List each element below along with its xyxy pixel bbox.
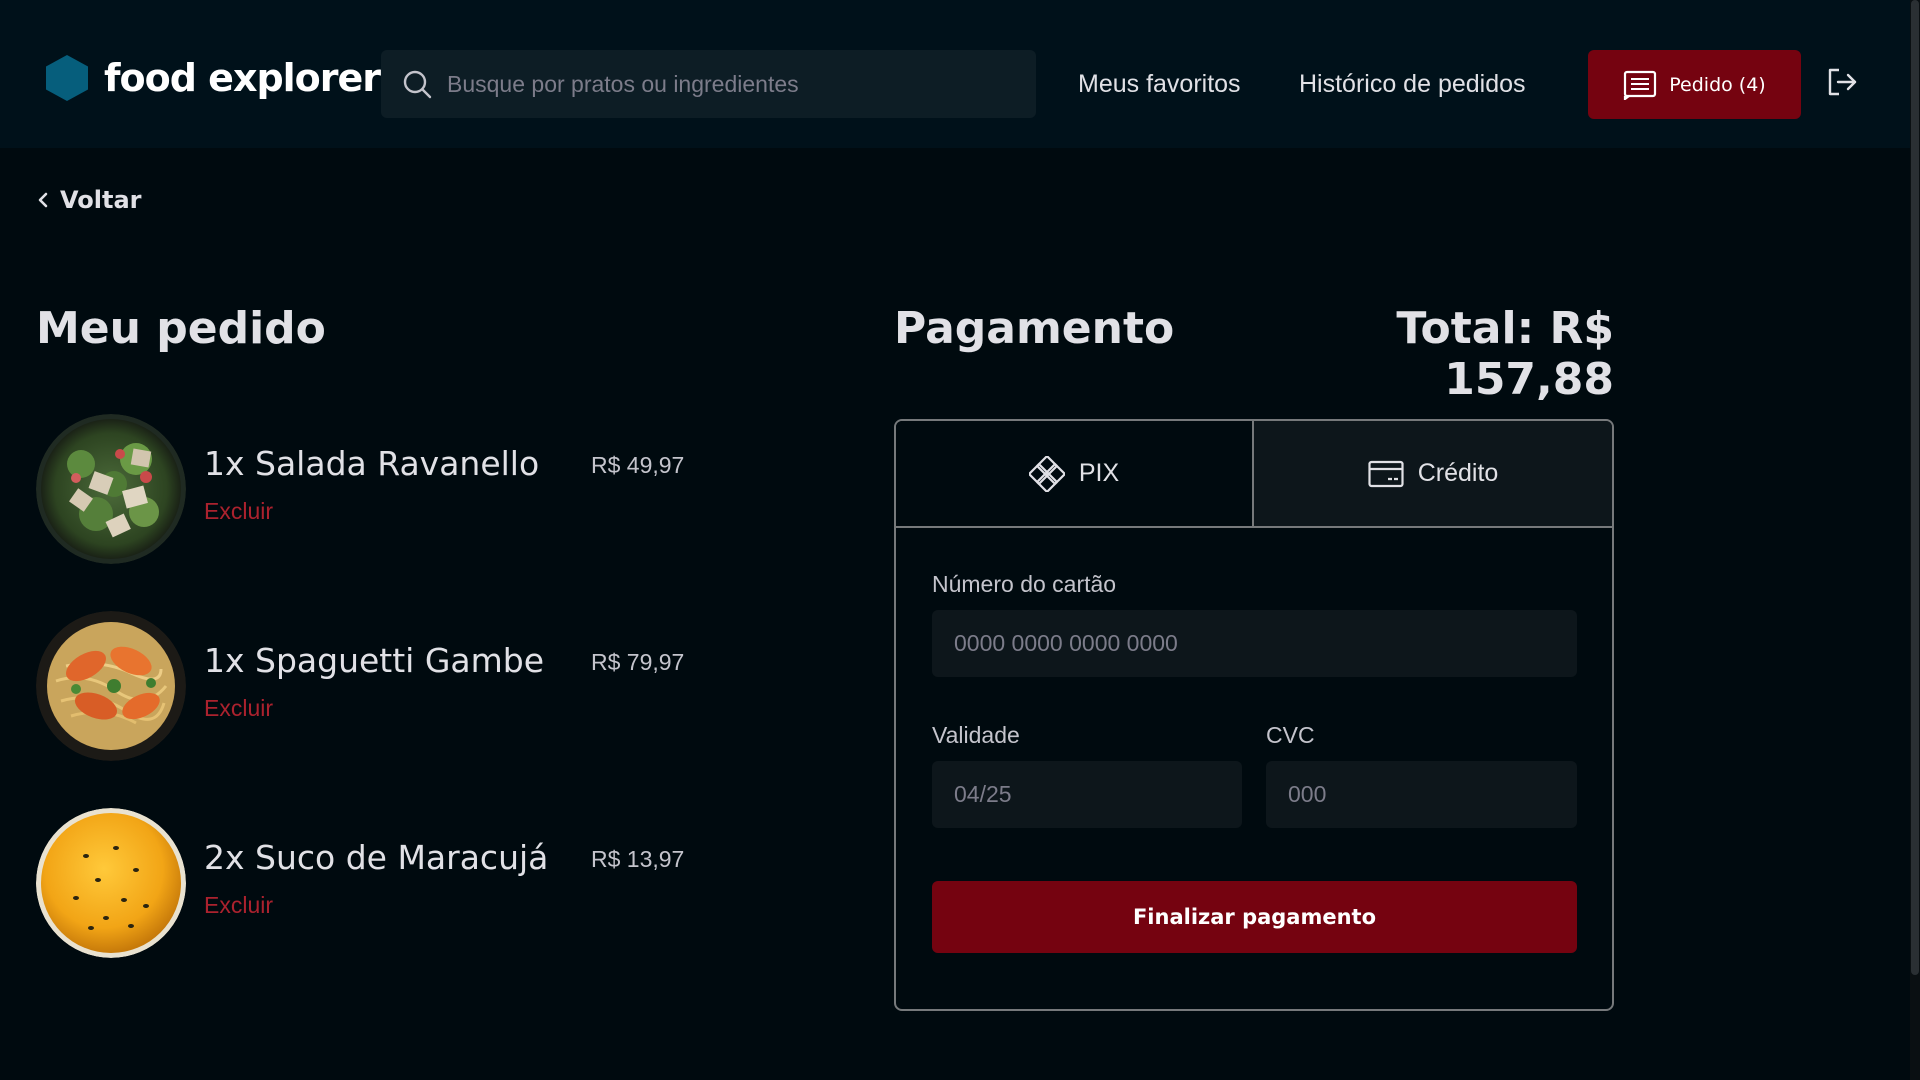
shrimp-spaghetti-dish-image (36, 611, 186, 761)
payment-title: Pagamento (894, 303, 1175, 354)
order-total: Total: R$ 157,88 (1396, 303, 1614, 405)
expiry-field[interactable] (932, 761, 1242, 828)
credit-card-icon (1368, 460, 1404, 487)
remove-item-button[interactable]: Excluir (204, 498, 273, 525)
page-scrollbar-thumb[interactable] (1911, 0, 1919, 975)
tab-pix-label: PIX (1078, 459, 1120, 487)
back-link[interactable]: Voltar (36, 186, 141, 214)
brand-logo[interactable]: food explorer (46, 55, 381, 101)
payment-panel: PIX Crédito Número do cartão Validade CV… (894, 419, 1614, 1011)
tab-credit-label: Crédito (1417, 459, 1499, 487)
order-item-price: R$ 13,97 (591, 846, 685, 872)
order-item-name: 2x Suco de Maracujá (204, 838, 549, 877)
receipt-icon (1624, 70, 1657, 100)
top-header: food explorer Meus favoritos Histórico d… (0, 0, 1910, 148)
card-number-field[interactable] (932, 610, 1577, 677)
order-button-label: Pedido (4) (1669, 73, 1766, 96)
order-cart-button[interactable]: Pedido (4) (1588, 50, 1801, 119)
order-item-price: R$ 49,97 (591, 452, 685, 478)
order-item: 1x Salada Ravanello R$ 49,97 Excluir (36, 414, 716, 564)
salad-dish-image (36, 414, 186, 564)
cvc-field[interactable] (1266, 761, 1577, 828)
expiry-label: Validade (932, 722, 1020, 748)
tab-credit[interactable]: Crédito (1254, 421, 1612, 528)
finish-payment-button[interactable]: Finalizar pagamento (932, 881, 1577, 953)
cvc-label: CVC (1266, 722, 1315, 748)
passion-fruit-juice-image (36, 808, 186, 958)
order-item-name: 1x Spaguetti Gambe (204, 641, 545, 680)
order-title: Meu pedido (36, 303, 326, 354)
order-item: 1x Spaguetti Gambe R$ 79,97 Excluir (36, 611, 716, 761)
sign-out-icon[interactable] (1826, 66, 1858, 98)
checkout-page: food explorer Meus favoritos Histórico d… (0, 0, 1920, 1080)
search-bar[interactable] (381, 50, 1036, 118)
nav-favorites-link[interactable]: Meus favoritos (1078, 70, 1241, 99)
search-input[interactable] (447, 70, 1007, 98)
card-number-label: Número do cartão (932, 571, 1117, 597)
brand-name: food explorer (104, 56, 381, 100)
remove-item-button[interactable]: Excluir (204, 892, 273, 919)
search-icon (403, 70, 432, 99)
order-item-name: 1x Salada Ravanello (204, 444, 540, 483)
nav-order-history-link[interactable]: Histórico de pedidos (1299, 70, 1526, 99)
order-item: 2x Suco de Maracujá R$ 13,97 Excluir (36, 808, 716, 958)
order-item-price: R$ 79,97 (591, 649, 685, 675)
chevron-left-icon (38, 192, 48, 208)
remove-item-button[interactable]: Excluir (204, 695, 273, 722)
tab-pix[interactable]: PIX (896, 421, 1254, 528)
hexagon-logo-icon (46, 55, 88, 101)
back-label: Voltar (60, 186, 142, 214)
pix-icon (1028, 455, 1065, 492)
